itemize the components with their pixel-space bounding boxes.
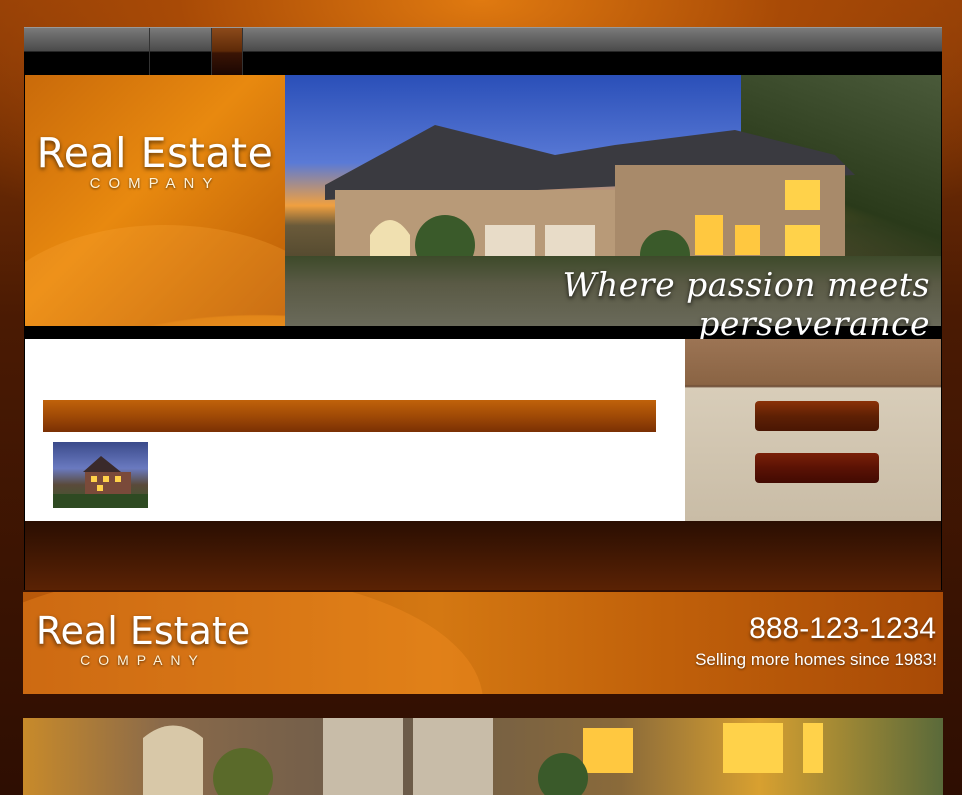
logo-subtitle: COMPANY bbox=[89, 175, 221, 192]
logo-swoosh bbox=[25, 225, 285, 326]
nav-tab-1[interactable] bbox=[24, 28, 150, 76]
logo-title: Real Estate bbox=[36, 129, 274, 177]
footer-slogan: Selling more homes since 1983! bbox=[695, 650, 937, 669]
property-thumbnail[interactable] bbox=[53, 442, 148, 508]
house-strip-icon bbox=[143, 718, 823, 795]
content-heading-bar bbox=[43, 400, 656, 432]
sidebar-button-2[interactable] bbox=[755, 453, 879, 483]
hero-tagline: Where passion meets perseverance bbox=[562, 265, 930, 343]
nav-tab-active[interactable] bbox=[212, 28, 243, 76]
house-thumbnail-icon bbox=[53, 456, 148, 508]
top-navigation bbox=[24, 27, 942, 76]
bottom-house-strip bbox=[23, 718, 943, 795]
nav-tab-2[interactable] bbox=[150, 28, 212, 76]
sidebar-button-1[interactable] bbox=[755, 401, 879, 431]
content-footer-band bbox=[25, 521, 941, 590]
header-logo[interactable]: Real Estate COMPANY bbox=[25, 75, 285, 326]
footer-logo-title: Real Estate bbox=[35, 609, 251, 653]
footer-phone: 888-123-1234 bbox=[749, 612, 936, 645]
footer-logo-subtitle: COMPANY bbox=[80, 652, 206, 668]
footer-banner: Real Estate COMPANY 888-123-1234 Selling… bbox=[23, 592, 943, 694]
